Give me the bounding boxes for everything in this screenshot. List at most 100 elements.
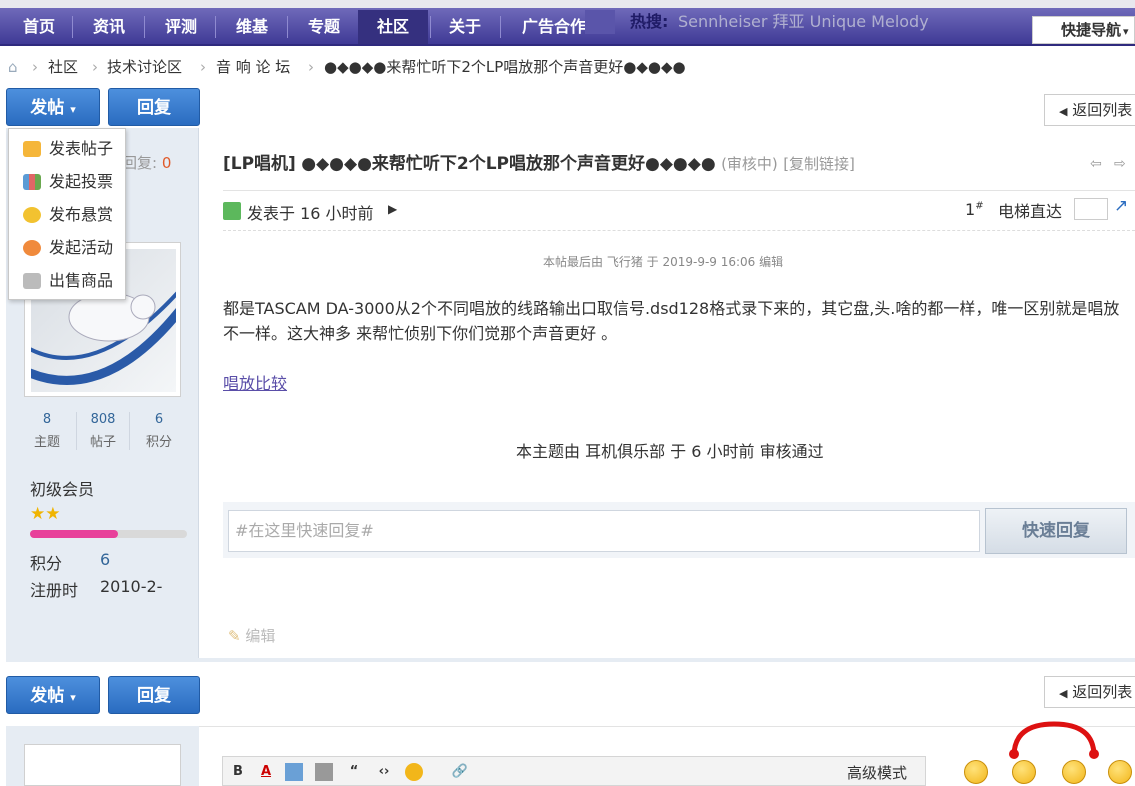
nav-divider	[215, 16, 216, 38]
edit-note: 本帖最后由 飞行猪 于 2019-9-9 16:06 编辑	[543, 255, 784, 269]
font-color-icon[interactable]: A	[257, 763, 275, 781]
post-button-label: 发帖	[30, 686, 65, 706]
menu-item-label: 发布悬赏	[49, 205, 114, 224]
rank-progress-fill	[30, 530, 118, 538]
menu-item-label: 发起活动	[49, 238, 114, 257]
caret-left-icon: ◀	[1059, 687, 1068, 700]
quick-reply-button[interactable]: 快速回复	[985, 508, 1127, 554]
smiley-icon[interactable]	[405, 763, 423, 781]
emoji-smile-icon[interactable]	[964, 760, 988, 784]
quick-nav-button[interactable]: 快捷导航 ▾	[1032, 16, 1135, 44]
prev-thread-icon[interactable]: ⇦	[1090, 156, 1102, 172]
bar-chart-icon	[23, 174, 41, 190]
post-time: 发表于 16 小时前	[247, 204, 374, 223]
link-icon[interactable]: 🔗	[451, 763, 469, 781]
nav-topics[interactable]: 专题	[295, 10, 353, 44]
back-to-list-button[interactable]: ◀ 返回列表	[1044, 94, 1135, 126]
post-button-bottom[interactable]: 发帖 ▾	[6, 676, 100, 714]
nav-reviews[interactable]: 评测	[152, 10, 210, 44]
quote-icon[interactable]: “	[345, 763, 363, 781]
breadcrumb: ⌂ › 社区 › 技术讨论区 › 音 响 论 坛 › ●◆●◆●来帮忙听下2个L…	[0, 50, 1135, 84]
caret-left-icon: ◀	[1059, 105, 1068, 118]
nav-about[interactable]: 关于	[436, 10, 494, 44]
pencil-icon: ✎	[228, 627, 241, 645]
back-to-list-button-bottom[interactable]: ◀ 返回列表	[1044, 676, 1135, 708]
nav-home[interactable]: 首页	[10, 10, 68, 44]
next-thread-icon[interactable]: ⇨	[1114, 156, 1126, 172]
post-button[interactable]: 发帖 ▾	[6, 88, 100, 126]
nav-divider	[287, 16, 288, 38]
search-icon[interactable]	[585, 10, 615, 34]
nav-news[interactable]: 资讯	[80, 10, 138, 44]
nav-wiki[interactable]: 维基	[223, 10, 281, 44]
hot-search-label: 热搜:	[630, 12, 669, 31]
breadcrumb-audio-forum[interactable]: 音 响 论 坛	[216, 50, 290, 84]
menu-item-new-thread[interactable]: 发表帖子	[9, 133, 127, 165]
reply-count-label: 回复:	[122, 154, 158, 172]
breadcrumb-community[interactable]: 社区	[48, 50, 78, 84]
stat-posts[interactable]: 808 帖子	[76, 412, 130, 450]
advanced-mode-link[interactable]: 高级模式	[847, 762, 907, 783]
go-arrow-icon[interactable]: ↗	[1114, 196, 1128, 216]
home-icon[interactable]: ⌂	[8, 50, 18, 84]
edit-button-label: 编辑	[245, 627, 276, 645]
breadcrumb-separator: ›	[32, 58, 38, 76]
moderation-note: 本主题由 耳机俱乐部 于 6 小时前 审核通过	[516, 442, 824, 461]
thread-title: [LP唱机] ●◆●◆●来帮忙听下2个LP唱放那个声音更好●◆●◆● (审核中)…	[223, 150, 855, 178]
nav-divider	[72, 16, 73, 38]
post-button-label: 发帖	[30, 98, 65, 118]
user-rank[interactable]: 初级会员	[30, 476, 94, 500]
stat-points-label: 积分	[145, 435, 172, 450]
edit-button[interactable]: ✎ 编辑	[228, 625, 275, 646]
attachment-icon[interactable]	[315, 763, 333, 781]
quick-reply-input[interactable]: #在这里快速回复#	[228, 510, 980, 552]
elevator-label: 电梯直达	[998, 202, 1063, 221]
menu-item-activity[interactable]: 发起活动	[9, 232, 127, 264]
reply-count-value: 0	[161, 154, 172, 172]
breadcrumb-separator: ›	[200, 58, 206, 76]
star-icon: ★★	[30, 504, 61, 524]
menu-item-sell[interactable]: 出售商品	[9, 265, 127, 297]
title-divider	[223, 190, 1135, 191]
nav-divider	[500, 16, 501, 38]
stat-points[interactable]: 6 积分	[132, 412, 186, 450]
emoji-laugh-icon[interactable]	[1062, 760, 1086, 784]
rank-progress-bar	[30, 530, 187, 538]
post-header-divider	[223, 230, 1135, 231]
menu-item-label: 出售商品	[49, 271, 114, 290]
cart-icon	[23, 273, 41, 289]
caret-right-icon[interactable]: ▶	[388, 202, 397, 216]
code-icon[interactable]: ‹›	[375, 763, 393, 781]
breadcrumb-separator: ›	[92, 58, 98, 76]
menu-item-label: 发表帖子	[49, 139, 114, 158]
image-icon[interactable]	[285, 763, 303, 781]
thread-title-text: ●◆●◆●来帮忙听下2个LP唱放那个声音更好●◆●◆●	[301, 154, 716, 174]
bold-icon[interactable]: B	[229, 763, 247, 781]
emoji-cry-icon[interactable]	[1108, 760, 1132, 784]
attachment-link[interactable]: 唱放比较	[223, 370, 287, 394]
floor-number-suffix: #	[975, 200, 984, 212]
nav-community[interactable]: 社区	[358, 10, 428, 44]
reply-editor-toolbar: B A “ ‹› 🔗 高级模式	[222, 756, 926, 786]
reply-button[interactable]: 回复	[108, 88, 200, 126]
menu-item-poll[interactable]: 发起投票	[9, 166, 127, 198]
stat-threads-label: 主题	[33, 435, 60, 450]
emoji-headphones-icon[interactable]	[1012, 760, 1036, 784]
breadcrumb-tech-discussion[interactable]: 技术讨论区	[107, 50, 182, 84]
menu-item-reward[interactable]: 发布悬赏	[9, 199, 127, 231]
post-body: 都是TASCAM DA-3000从2个不同唱放的线路输出口取信号.dsd128格…	[223, 299, 1120, 343]
stat-threads-value: 8	[42, 412, 52, 427]
breadcrumb-thread[interactable]: ●◆●◆●来帮忙听下2个LP唱放那个声音更好●◆●◆●	[324, 50, 686, 84]
headphones-logo-icon	[1009, 721, 1099, 759]
points-value[interactable]: 6	[100, 550, 110, 569]
thread-category[interactable]: [LP唱机]	[223, 154, 296, 174]
copy-link[interactable]: [复制链接]	[783, 155, 855, 173]
register-label: 注册时	[30, 581, 79, 600]
reply-avatar[interactable]	[24, 744, 181, 786]
hot-search-terms[interactable]: Sennheiser 拜亚 Unique Melody	[678, 10, 929, 34]
stat-threads[interactable]: 8 主题	[20, 412, 74, 450]
reply-button-bottom[interactable]: 回复	[108, 676, 200, 714]
post-type-menu: 发表帖子 发起投票 发布悬赏 发起活动 出售商品	[8, 128, 126, 300]
chevron-down-icon: ▾	[70, 691, 76, 704]
elevator-input[interactable]	[1074, 198, 1108, 220]
